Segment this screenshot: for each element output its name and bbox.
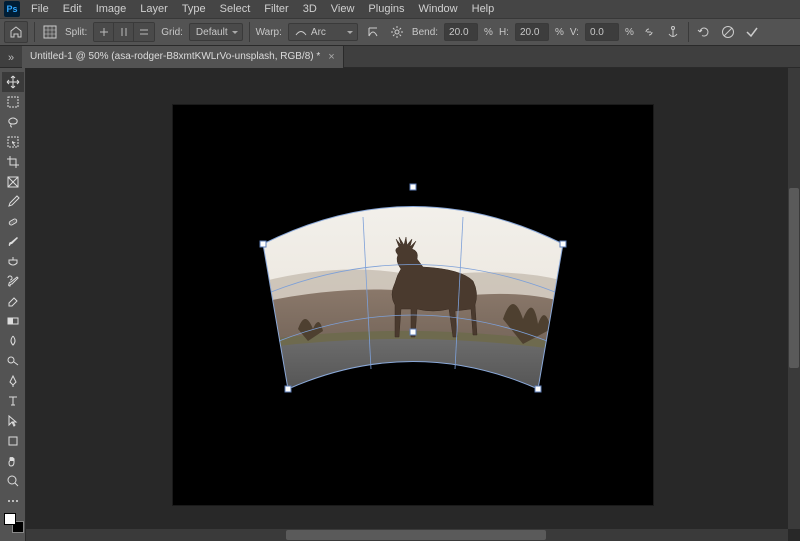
marquee-tool[interactable] bbox=[2, 92, 24, 112]
dodge-tool[interactable] bbox=[2, 351, 24, 371]
h-unit: % bbox=[555, 27, 564, 38]
warp-value: Arc bbox=[311, 27, 326, 38]
home-icon bbox=[10, 26, 22, 38]
pen-tool[interactable] bbox=[2, 371, 24, 391]
split-cross-button[interactable] bbox=[94, 23, 114, 41]
document-tab[interactable]: Untitled-1 @ 50% (asa-rodger-B8xmtKWLrVo… bbox=[22, 46, 344, 68]
canvas[interactable] bbox=[173, 105, 653, 505]
toggle-mesh-icon[interactable] bbox=[41, 23, 59, 41]
options-bar: Split: Grid: Default Warp: Arc Bend: 20.… bbox=[0, 18, 800, 46]
warp-label: Warp: bbox=[256, 27, 282, 38]
path-select-tool[interactable] bbox=[2, 411, 24, 431]
workspace bbox=[26, 68, 800, 541]
split-vertical-button[interactable] bbox=[114, 23, 134, 41]
warp-bounding-box[interactable] bbox=[223, 169, 603, 409]
menu-plugins[interactable]: Plugins bbox=[361, 1, 411, 17]
split-buttons bbox=[93, 22, 155, 42]
frame-tool[interactable] bbox=[2, 172, 24, 192]
warped-image[interactable] bbox=[223, 169, 603, 409]
hand-tool[interactable] bbox=[2, 451, 24, 471]
object-select-tool[interactable] bbox=[2, 132, 24, 152]
tab-chevron-icon[interactable]: » bbox=[8, 52, 18, 62]
move-tool[interactable] bbox=[2, 72, 24, 92]
h-label: H: bbox=[499, 27, 509, 38]
history-brush-tool[interactable] bbox=[2, 272, 24, 292]
separator bbox=[34, 22, 35, 42]
menu-layer[interactable]: Layer bbox=[133, 1, 175, 17]
reset-icon[interactable] bbox=[695, 23, 713, 41]
crop-tool[interactable] bbox=[2, 152, 24, 172]
bend-input[interactable]: 20.0 bbox=[444, 23, 478, 41]
foreground-swatch[interactable] bbox=[4, 513, 16, 525]
color-swatches[interactable] bbox=[2, 511, 24, 533]
shape-tool[interactable] bbox=[2, 431, 24, 451]
lasso-tool[interactable] bbox=[2, 112, 24, 132]
document-title: Untitled-1 @ 50% (asa-rodger-B8xmtKWLrVo… bbox=[30, 51, 320, 62]
brush-tool[interactable] bbox=[2, 232, 24, 252]
app-logo: Ps bbox=[4, 1, 20, 17]
bend-unit: % bbox=[484, 27, 493, 38]
warp-dropdown[interactable]: Arc bbox=[288, 23, 358, 41]
close-tab-button[interactable]: × bbox=[328, 51, 334, 63]
menu-select[interactable]: Select bbox=[213, 1, 258, 17]
edit-toolbar-button[interactable] bbox=[2, 491, 24, 511]
menu-file[interactable]: File bbox=[24, 1, 56, 17]
v-label: V: bbox=[570, 27, 579, 38]
cancel-transform-button[interactable] bbox=[719, 23, 737, 41]
vertical-scroll-thumb[interactable] bbox=[789, 188, 799, 368]
grid-label: Grid: bbox=[161, 27, 183, 38]
zoom-tool[interactable] bbox=[2, 471, 24, 491]
split-label: Split: bbox=[65, 27, 87, 38]
cancel-icon bbox=[721, 25, 735, 39]
h-input[interactable]: 20.0 bbox=[515, 23, 549, 41]
menu-3d[interactable]: 3D bbox=[296, 1, 324, 17]
menu-help[interactable]: Help bbox=[465, 1, 502, 17]
anchor-icon[interactable] bbox=[664, 23, 682, 41]
horizontal-scroll-thumb[interactable] bbox=[286, 530, 546, 540]
bend-label: Bend: bbox=[412, 27, 438, 38]
menu-image[interactable]: Image bbox=[89, 1, 134, 17]
gear-icon[interactable] bbox=[388, 23, 406, 41]
arc-icon bbox=[295, 27, 307, 37]
checkmark-icon bbox=[745, 25, 759, 39]
menu-view[interactable]: View bbox=[324, 1, 362, 17]
v-unit: % bbox=[625, 27, 634, 38]
home-button[interactable] bbox=[4, 21, 28, 43]
separator bbox=[249, 22, 250, 42]
separator bbox=[688, 22, 689, 42]
eraser-tool[interactable] bbox=[2, 291, 24, 311]
commit-transform-button[interactable] bbox=[743, 23, 761, 41]
warp-orientation-button[interactable] bbox=[364, 23, 382, 41]
document-tab-bar: » Untitled-1 @ 50% (asa-rodger-B8xmtKWLr… bbox=[0, 46, 800, 68]
type-tool[interactable] bbox=[2, 391, 24, 411]
toolbox bbox=[0, 68, 26, 541]
menu-bar: Ps File Edit Image Layer Type Select Fil… bbox=[0, 0, 800, 18]
split-horizontal-button[interactable] bbox=[134, 23, 154, 41]
horizontal-scrollbar[interactable] bbox=[26, 529, 788, 541]
grid-value: Default bbox=[196, 27, 228, 38]
blur-tool[interactable] bbox=[2, 331, 24, 351]
link-icon[interactable] bbox=[640, 23, 658, 41]
menu-edit[interactable]: Edit bbox=[56, 1, 89, 17]
eyedropper-tool[interactable] bbox=[2, 192, 24, 212]
vertical-scrollbar[interactable] bbox=[788, 68, 800, 529]
clone-stamp-tool[interactable] bbox=[2, 252, 24, 272]
menu-filter[interactable]: Filter bbox=[257, 1, 295, 17]
grid-dropdown[interactable]: Default bbox=[189, 23, 243, 41]
gradient-tool[interactable] bbox=[2, 311, 24, 331]
healing-tool[interactable] bbox=[2, 212, 24, 232]
v-input[interactable]: 0.0 bbox=[585, 23, 619, 41]
menu-type[interactable]: Type bbox=[175, 1, 213, 17]
menu-window[interactable]: Window bbox=[412, 1, 465, 17]
